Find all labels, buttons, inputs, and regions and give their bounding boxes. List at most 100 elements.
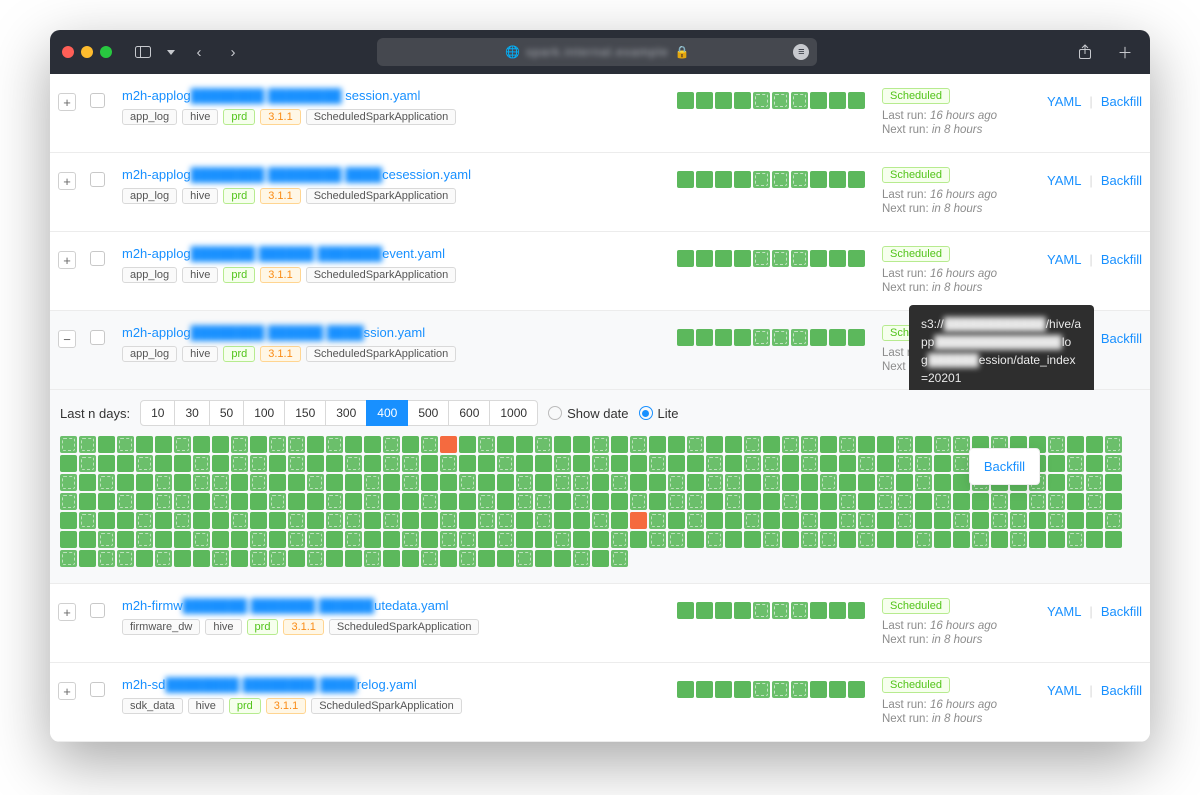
tag-prd[interactable]: prd — [223, 267, 255, 283]
day-cell[interactable] — [801, 455, 818, 472]
day-cell[interactable] — [98, 436, 115, 453]
day-cell[interactable] — [326, 493, 343, 510]
day-cell[interactable] — [231, 512, 248, 529]
day-cell[interactable] — [516, 455, 533, 472]
day-cell[interactable] — [934, 474, 951, 491]
day-cell[interactable] — [858, 436, 875, 453]
day-cell[interactable] — [535, 512, 552, 529]
day-cell[interactable] — [573, 455, 590, 472]
day-cell[interactable] — [440, 436, 457, 453]
day-cell[interactable] — [763, 455, 780, 472]
day-cell[interactable] — [98, 550, 115, 567]
day-cell[interactable] — [801, 531, 818, 548]
day-cell[interactable] — [402, 531, 419, 548]
run-cell[interactable] — [810, 92, 827, 109]
day-cell[interactable] — [288, 474, 305, 491]
day-cell[interactable] — [478, 531, 495, 548]
day-cell[interactable] — [421, 550, 438, 567]
day-cell[interactable] — [364, 474, 381, 491]
run-cell[interactable] — [810, 250, 827, 267]
day-cell[interactable] — [478, 550, 495, 567]
day-cell[interactable] — [1086, 474, 1103, 491]
day-cell[interactable] — [402, 493, 419, 510]
day-cell[interactable] — [250, 531, 267, 548]
day-cell[interactable] — [326, 531, 343, 548]
day-cell[interactable] — [877, 474, 894, 491]
day-cell[interactable] — [345, 531, 362, 548]
dropdown-chevron-icon[interactable] — [164, 39, 178, 65]
tag-prd[interactable]: prd — [247, 619, 279, 635]
day-cell[interactable] — [345, 493, 362, 510]
day-cell[interactable] — [915, 531, 932, 548]
day-cell[interactable] — [79, 474, 96, 491]
day-cell[interactable] — [345, 512, 362, 529]
day-cell[interactable] — [98, 455, 115, 472]
maximize-window-button[interactable] — [100, 46, 112, 58]
day-cell[interactable] — [421, 531, 438, 548]
day-cell[interactable] — [972, 512, 989, 529]
day-cell[interactable] — [573, 474, 590, 491]
day-cell[interactable] — [326, 550, 343, 567]
day-cell[interactable] — [402, 474, 419, 491]
day-cell[interactable] — [364, 512, 381, 529]
day-cell[interactable] — [630, 512, 647, 529]
day-cell[interactable] — [1086, 455, 1103, 472]
day-cell[interactable] — [630, 474, 647, 491]
run-cell[interactable] — [734, 602, 751, 619]
forward-button[interactable]: › — [220, 39, 246, 65]
days-option-500[interactable]: 500 — [407, 400, 449, 426]
run-cell[interactable] — [696, 92, 713, 109]
day-cell[interactable] — [98, 474, 115, 491]
tag-firmware_dw[interactable]: firmware_dw — [122, 619, 200, 635]
run-cell[interactable] — [677, 92, 694, 109]
day-cell[interactable] — [744, 455, 761, 472]
day-cell[interactable] — [573, 531, 590, 548]
day-cell[interactable] — [193, 550, 210, 567]
url-bar[interactable]: 🌐 spark.internal.example 🔒 ≡ — [377, 38, 817, 66]
yaml-link[interactable]: YAML — [1047, 173, 1081, 188]
run-cell[interactable] — [772, 92, 789, 109]
new-tab-icon[interactable]: ＋ — [1112, 39, 1138, 65]
day-cell[interactable] — [972, 531, 989, 548]
day-cell[interactable] — [744, 531, 761, 548]
day-cell[interactable] — [1086, 436, 1103, 453]
day-cell[interactable] — [155, 512, 172, 529]
day-cell[interactable] — [250, 436, 267, 453]
tag-ScheduledSparkApplication[interactable]: ScheduledSparkApplication — [306, 346, 457, 362]
day-cell[interactable] — [744, 474, 761, 491]
run-cell[interactable] — [696, 602, 713, 619]
day-cell[interactable] — [1010, 512, 1027, 529]
days-option-30[interactable]: 30 — [174, 400, 209, 426]
day-cell[interactable] — [288, 436, 305, 453]
backfill-link[interactable]: Backfill — [1101, 94, 1142, 109]
day-cell[interactable] — [592, 474, 609, 491]
run-cell[interactable] — [734, 329, 751, 346]
run-cell[interactable] — [829, 681, 846, 698]
day-cell[interactable] — [1067, 512, 1084, 529]
day-cell[interactable] — [611, 436, 628, 453]
day-cell[interactable] — [592, 493, 609, 510]
day-cell[interactable] — [706, 474, 723, 491]
expand-toggle[interactable]: − — [58, 330, 76, 348]
day-cell[interactable] — [459, 493, 476, 510]
tag-app_log[interactable]: app_log — [122, 109, 177, 125]
yaml-link[interactable]: YAML — [1047, 94, 1081, 109]
run-cell[interactable] — [791, 250, 808, 267]
day-cell[interactable] — [60, 436, 77, 453]
day-cell[interactable] — [269, 493, 286, 510]
run-cell[interactable] — [734, 681, 751, 698]
day-cell[interactable] — [1086, 493, 1103, 510]
day-cell[interactable] — [839, 512, 856, 529]
day-cell[interactable] — [402, 455, 419, 472]
day-cell[interactable] — [706, 436, 723, 453]
run-cell[interactable] — [810, 329, 827, 346]
day-cell[interactable] — [364, 550, 381, 567]
reader-mode-icon[interactable]: ≡ — [793, 44, 809, 60]
days-option-300[interactable]: 300 — [325, 400, 367, 426]
run-cell[interactable] — [715, 329, 732, 346]
day-cell[interactable] — [668, 455, 685, 472]
day-cell[interactable] — [991, 512, 1008, 529]
day-cell[interactable] — [364, 493, 381, 510]
tag-prd[interactable]: prd — [223, 188, 255, 204]
day-cell[interactable] — [858, 531, 875, 548]
